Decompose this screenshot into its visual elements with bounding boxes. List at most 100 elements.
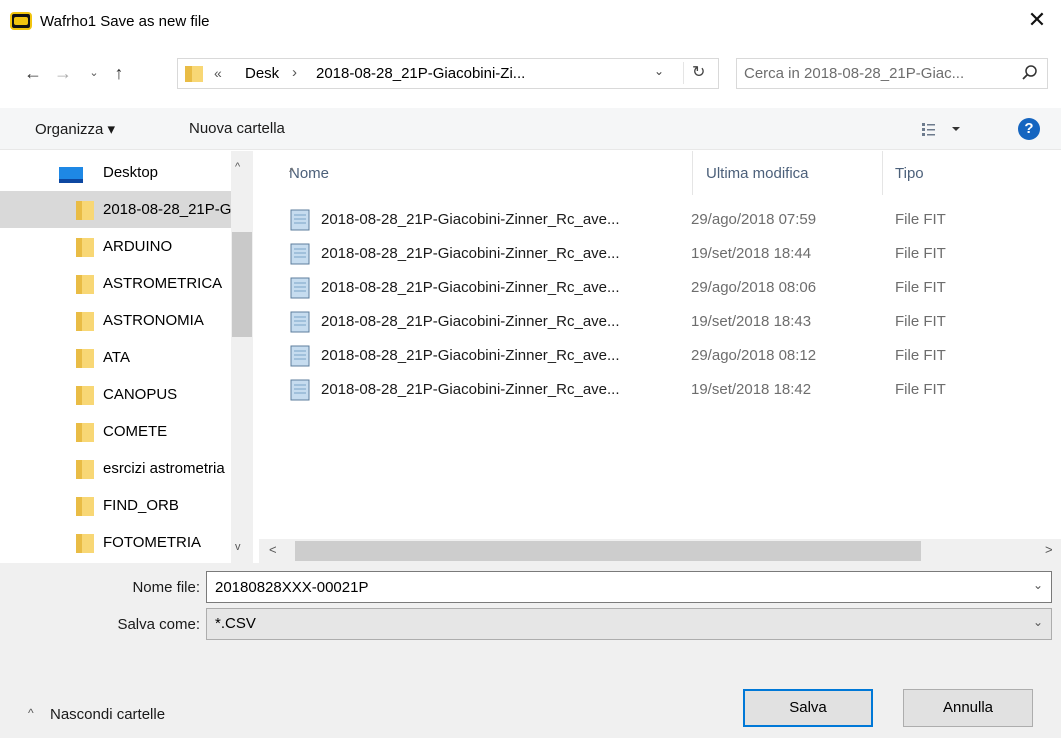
- sidebar-item-label: ASTRONOMIA: [103, 312, 204, 329]
- folder-icon: [76, 275, 94, 294]
- filename-dropdown-icon[interactable]: ⌄: [1033, 578, 1043, 592]
- sidebar-item-label: ATA: [103, 349, 130, 366]
- column-label: Ultima modifica: [706, 165, 809, 182]
- sidebar-item-folder[interactable]: 2018-08-28_21P-Giacobini-Zinner: [0, 191, 232, 228]
- folder-icon: [185, 66, 203, 82]
- sidebar-item-desktop[interactable]: Desktop: [0, 154, 232, 191]
- recent-locations-button[interactable]: ⌄: [83, 62, 105, 84]
- scroll-right-icon[interactable]: >: [1045, 542, 1053, 557]
- refresh-icon[interactable]: ↻: [683, 62, 705, 84]
- sidebar-item-folder[interactable]: ASTROMETRICA: [0, 265, 232, 302]
- sidebar-item-folder[interactable]: ASTRONOMIA: [0, 302, 232, 339]
- sidebar-item-label: Desktop: [103, 164, 159, 181]
- file-modified: 19/set/2018 18:44: [691, 245, 812, 262]
- cancel-button[interactable]: Annulla: [903, 689, 1033, 727]
- save-type-value: *.CSV: [215, 615, 256, 632]
- app-icon: [10, 12, 32, 30]
- file-type: File FIT: [895, 381, 946, 398]
- file-row[interactable]: 2018-08-28_21P-Giacobini-Zinner_Rc_ave..…: [259, 203, 1061, 237]
- save-button[interactable]: Salva: [743, 689, 873, 727]
- column-label: Tipo: [895, 165, 924, 182]
- sidebar-item-label: CANOPUS: [103, 386, 178, 403]
- sidebar-item-folder[interactable]: FIND_ORB: [0, 487, 232, 524]
- back-button[interactable]: ←: [22, 62, 44, 84]
- sidebar-item-folder[interactable]: esrcizi astrometria: [0, 450, 232, 487]
- horizontal-scrollbar[interactable]: < >: [259, 539, 1061, 563]
- sidebar-item-folder[interactable]: COMETE: [0, 413, 232, 450]
- sidebar-item-folder[interactable]: CANOPUS: [0, 376, 232, 413]
- file-modified: 29/ago/2018 08:12: [691, 347, 817, 364]
- folder-icon: [76, 238, 94, 257]
- file-modified: 29/ago/2018 07:59: [691, 211, 817, 228]
- fit-file-icon: [290, 345, 310, 367]
- sidebar-item-label: ARDUINO: [103, 238, 173, 255]
- search-icon[interactable]: [1021, 64, 1039, 82]
- file-row[interactable]: 2018-08-28_21P-Giacobini-Zinner_Rc_ave..…: [259, 339, 1061, 373]
- fit-file-icon: [290, 311, 310, 333]
- sidebar-item-label: ASTROMETRICA: [103, 275, 223, 292]
- column-header-modified[interactable]: Ultima modifica: [693, 151, 883, 195]
- scroll-down-icon[interactable]: v: [235, 541, 241, 553]
- window-title: Wafrho1 Save as new file: [40, 13, 210, 30]
- sidebar-item-folder[interactable]: FOTOMETRIA: [0, 524, 232, 561]
- scrollbar-thumb[interactable]: [295, 541, 921, 561]
- file-row[interactable]: 2018-08-28_21P-Giacobini-Zinner_Rc_ave..…: [259, 237, 1061, 271]
- column-label: Nome: [289, 165, 330, 182]
- organize-menu[interactable]: Organizza ▾: [35, 120, 115, 138]
- file-row[interactable]: 2018-08-28_21P-Giacobini-Zinner_Rc_ave..…: [259, 271, 1061, 305]
- close-button[interactable]: ✕: [1025, 8, 1049, 32]
- navigation-pane: Desktop 2018-08-28_21P-Giacobini-Zinner …: [0, 151, 256, 563]
- scroll-up-icon[interactable]: ^: [235, 161, 240, 173]
- sidebar-item-folder[interactable]: ATA: [0, 339, 232, 376]
- breadcrumb-separator[interactable]: ›: [292, 64, 297, 81]
- navigation-scrollbar[interactable]: ^ v: [231, 151, 253, 563]
- file-name: 2018-08-28_21P-Giacobini-Zinner_Rc_ave..…: [321, 347, 620, 364]
- filename-label: Nome file:: [132, 579, 200, 596]
- sidebar-item-label: FIND_ORB: [103, 497, 179, 514]
- file-type: File FIT: [895, 313, 946, 330]
- scroll-left-icon[interactable]: <: [269, 542, 277, 557]
- hide-folders-toggle[interactable]: ^ Nascondi cartelle: [28, 706, 165, 723]
- file-name: 2018-08-28_21P-Giacobini-Zinner_Rc_ave..…: [321, 279, 620, 296]
- file-name: 2018-08-28_21P-Giacobini-Zinner_Rc_ave..…: [321, 245, 620, 262]
- filename-field[interactable]: ⌄: [206, 571, 1052, 603]
- help-icon[interactable]: ?: [1018, 118, 1040, 140]
- save-type-label: Salva come:: [117, 616, 200, 633]
- breadcrumb-desk[interactable]: Desk: [245, 65, 279, 82]
- file-type: File FIT: [895, 245, 946, 262]
- file-row[interactable]: 2018-08-28_21P-Giacobini-Zinner_Rc_ave..…: [259, 373, 1061, 407]
- address-overflow[interactable]: «: [214, 65, 222, 81]
- scrollbar-thumb[interactable]: [232, 232, 252, 337]
- navigation-bar: ← → ⌄ ↑ « Desk › 2018-08-28_21P-Giacobin…: [0, 50, 1061, 96]
- filename-input[interactable]: [207, 572, 1017, 602]
- command-bar: Organizza ▾ Nuova cartella ?: [0, 108, 1061, 150]
- sidebar-item-folder[interactable]: ARDUINO: [0, 228, 232, 265]
- folder-icon: [76, 312, 94, 331]
- folder-icon: [76, 201, 94, 220]
- file-modified: 29/ago/2018 08:06: [691, 279, 817, 296]
- folder-icon: [76, 534, 94, 553]
- file-name: 2018-08-28_21P-Giacobini-Zinner_Rc_ave..…: [321, 211, 620, 228]
- chevron-up-icon: ^: [28, 706, 34, 720]
- address-bar[interactable]: « Desk › 2018-08-28_21P-Giacobini-Zi... …: [177, 58, 719, 89]
- save-type-select[interactable]: *.CSV ⌄: [206, 608, 1052, 640]
- folder-icon: [76, 386, 94, 405]
- file-type: File FIT: [895, 279, 946, 296]
- fit-file-icon: [290, 209, 310, 231]
- save-type-dropdown-icon[interactable]: ⌄: [1033, 615, 1043, 629]
- column-header-type[interactable]: Tipo: [883, 151, 1061, 195]
- folder-icon: [76, 423, 94, 442]
- search-input[interactable]: Cerca in 2018-08-28_21P-Giac...: [744, 65, 964, 82]
- file-row[interactable]: 2018-08-28_21P-Giacobini-Zinner_Rc_ave..…: [259, 305, 1061, 339]
- forward-button[interactable]: →: [52, 62, 74, 84]
- breadcrumb-current-folder[interactable]: 2018-08-28_21P-Giacobini-Zi...: [316, 65, 525, 82]
- file-modified: 19/set/2018 18:43: [691, 313, 812, 330]
- up-button[interactable]: ↑: [108, 62, 130, 84]
- address-dropdown-icon[interactable]: ⌄: [654, 64, 664, 78]
- view-options-icon[interactable]: [920, 119, 964, 139]
- new-folder-button[interactable]: Nuova cartella: [189, 120, 285, 137]
- search-box[interactable]: Cerca in 2018-08-28_21P-Giac...: [736, 58, 1048, 89]
- column-header-name[interactable]: Nome ^: [259, 151, 693, 195]
- desktop-icon: [59, 167, 83, 183]
- fit-file-icon: [290, 243, 310, 265]
